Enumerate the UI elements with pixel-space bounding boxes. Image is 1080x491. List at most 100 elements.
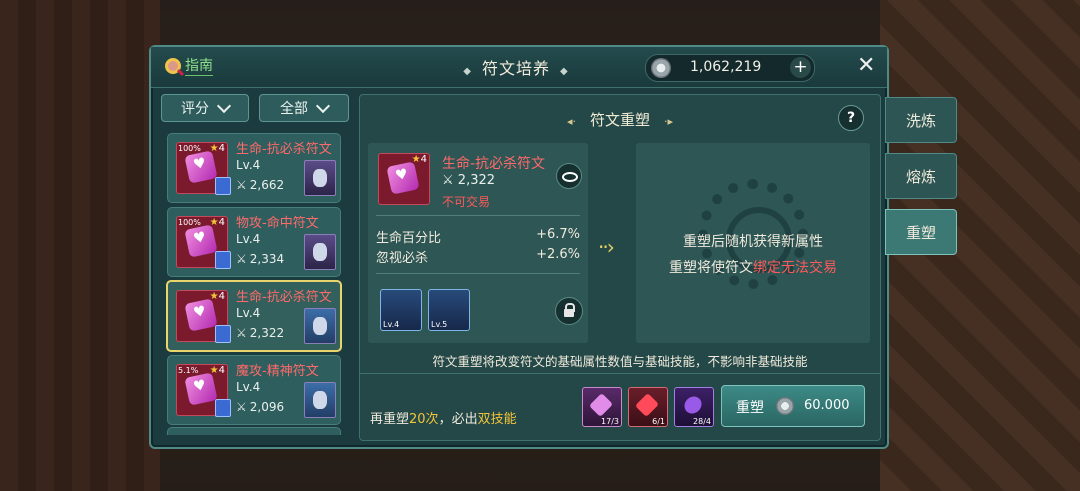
material-slot[interactable]: 6/1 [628,387,668,427]
recast-result-preview: 重塑后随机获得新属性 重塑将使符文绑定无法交易 [636,143,870,343]
current-rune-score: ⚔ 2,322 [442,173,495,188]
help-button[interactable]: ? [838,105,864,131]
attribute-name: 生命百分比 [376,231,442,246]
recast-cost: 60.000 [804,398,850,413]
divider [360,373,880,374]
lock-icon[interactable] [555,297,583,325]
rune-cultivation-panel: 指南 ◆ 符文培养 ◆ 1,062,219 + ✕ 评分 全部 100% ★4 生命… [149,45,889,449]
rune-thumbnail: 100% ★4 [176,142,231,195]
currency-display: 1,062,219 + [645,54,815,82]
chevron-down-icon [315,98,331,114]
rune-list-item-partial[interactable] [167,427,341,435]
tab-smelt[interactable]: 熔炼 [885,153,957,199]
rune-percent: 100% [178,144,201,153]
close-button[interactable]: ✕ [857,53,875,78]
rune-name: 生命-抗必杀符文 [236,290,332,305]
pet-portrait [304,382,336,418]
material-gem-icon [634,392,660,418]
rune-score-value: 2,096 [249,400,285,414]
bound-tag-icon [215,177,231,195]
rune-thumbnail: 5.1% ★4 [176,364,231,417]
rune-thumbnail: 100% ★4 [176,216,231,269]
rune-star-value: 4 [218,365,225,376]
result-line-2: 重塑将使符文绑定无法交易 [636,257,870,277]
current-rune-name: 生命-抗必杀符文 [442,156,546,172]
rune-score-value: 2,662 [249,178,285,192]
arrow-right-icon: ··› [598,235,615,259]
score-swords-icon: ⚔ [236,400,247,414]
divider [376,273,580,274]
tab-refine[interactable]: 洗炼 [885,97,957,143]
rune-star-value: 4 [420,154,427,165]
attribute-name: 忽视必杀 [376,251,429,266]
skill-level: Lv.4 [383,320,400,329]
rune-level: Lv.4 [236,158,261,172]
silver-coin-icon [651,58,671,78]
rune-name: 物攻-命中符文 [236,216,319,231]
recast-note: 符文重塑将改变符文的基础属性数值与基础技能，不影响非基础技能 [432,354,808,369]
rune-score: ⚔ 2,662 [236,178,284,192]
eye-icon[interactable] [556,163,582,189]
rune-list-item[interactable]: 5.1% ★4 魔攻-精神符文 Lv.4 ⚔2,096 [167,355,341,425]
rune-score-value: 2,322 [249,326,285,340]
guide-label: 指南 [185,55,213,76]
rune-score: ⚔ 2,096 [236,400,284,414]
score-swords-icon: ⚔ [442,173,458,188]
guarantee-text: 再重塑20次，必出双技能 [370,408,517,427]
rune-list-item-selected[interactable]: ★4 生命-抗必杀符文 Lv.4 ⚔2,322 [166,280,342,352]
heart-rune-icon [184,298,218,332]
section-title: ◂· 符文重塑 ·▸ [360,109,880,130]
attribute-value: +6.7% [536,227,580,242]
divider [376,215,580,216]
rune-level: Lv.4 [236,306,261,320]
current-rune-thumbnail: ★4 [378,153,430,205]
currency-value: 1,062,219 [690,59,762,75]
pet-portrait [304,160,336,196]
skill-level: Lv.5 [431,320,448,329]
rune-level: Lv.4 [236,380,261,394]
magnifier-icon [165,57,181,74]
material-slot[interactable]: 28/4 [674,387,714,427]
rune-level: Lv.4 [236,232,261,246]
result-line-2-warning: 绑定无法交易 [753,260,837,276]
score-swords-icon: ⚔ [236,178,247,192]
current-rune-score-value: 2,322 [457,173,496,188]
sort-label: 评分 [181,101,209,117]
rune-name: 生命-抗必杀符文 [236,142,332,157]
material-slot[interactable]: 17/3 [582,387,622,427]
tab-recast[interactable]: 重塑 [885,209,957,255]
rune-score: ⚔ 2,334 [236,252,284,266]
rune-score: ⚔ 2,322 [236,326,284,340]
trade-status: 不可交易 [442,195,491,209]
guarantee-mid: ，必出 [438,412,478,427]
panel-title-text: 符文培养 [481,59,550,78]
sort-dropdown[interactable]: 评分 [161,94,249,122]
title-deco-left-icon: ◆ [463,66,472,77]
skill-icon[interactable]: Lv.4 [380,289,422,331]
title-deco-right-icon: ◆ [560,66,569,77]
rune-star-value: 4 [218,291,225,302]
chevron-down-icon [216,98,232,114]
rune-thumbnail: ★4 [176,290,231,343]
silver-coin-icon [776,397,794,415]
result-line-1: 重塑后随机获得新属性 [683,234,823,250]
magic-rune-icon [184,372,218,406]
add-currency-button[interactable]: + [790,57,811,78]
type-dropdown[interactable]: 全部 [259,94,349,122]
type-label: 全部 [280,101,308,117]
attack-rune-icon [184,224,218,258]
rune-list-item[interactable]: 100% ★4 物攻-命中符文 Lv.4 ⚔2,334 [167,207,341,277]
current-rune-detail: ★4 生命-抗必杀符文 ⚔ 2,322 不可交易 生命百分比 +6.7% 忽视必… [368,143,588,343]
recast-section: ◂· 符文重塑 ·▸ ? ★4 生命-抗必杀符文 ⚔ 2,322 不可交易 生命百分… [359,94,881,441]
rune-list-item[interactable]: 100% ★4 生命-抗必杀符文 Lv.4 ⚔2,662 [167,133,341,203]
recast-button-label: 重塑 [736,400,764,416]
rune-percent: 5.1% [178,366,199,375]
skill-icon[interactable]: Lv.5 [428,289,470,331]
section-title-text: 符文重塑 [589,111,650,129]
rune-list[interactable]: 100% ★4 生命-抗必杀符文 Lv.4 ⚔2,662 100% ★4 物攻-… [163,127,347,435]
guide-button[interactable]: 指南 [165,55,213,76]
title-arrow-left-icon: ◂· [566,115,576,128]
material-gem-icon [588,392,614,418]
recast-button[interactable]: 重塑 60.000 [721,385,865,427]
material-crystal-icon [680,392,706,418]
